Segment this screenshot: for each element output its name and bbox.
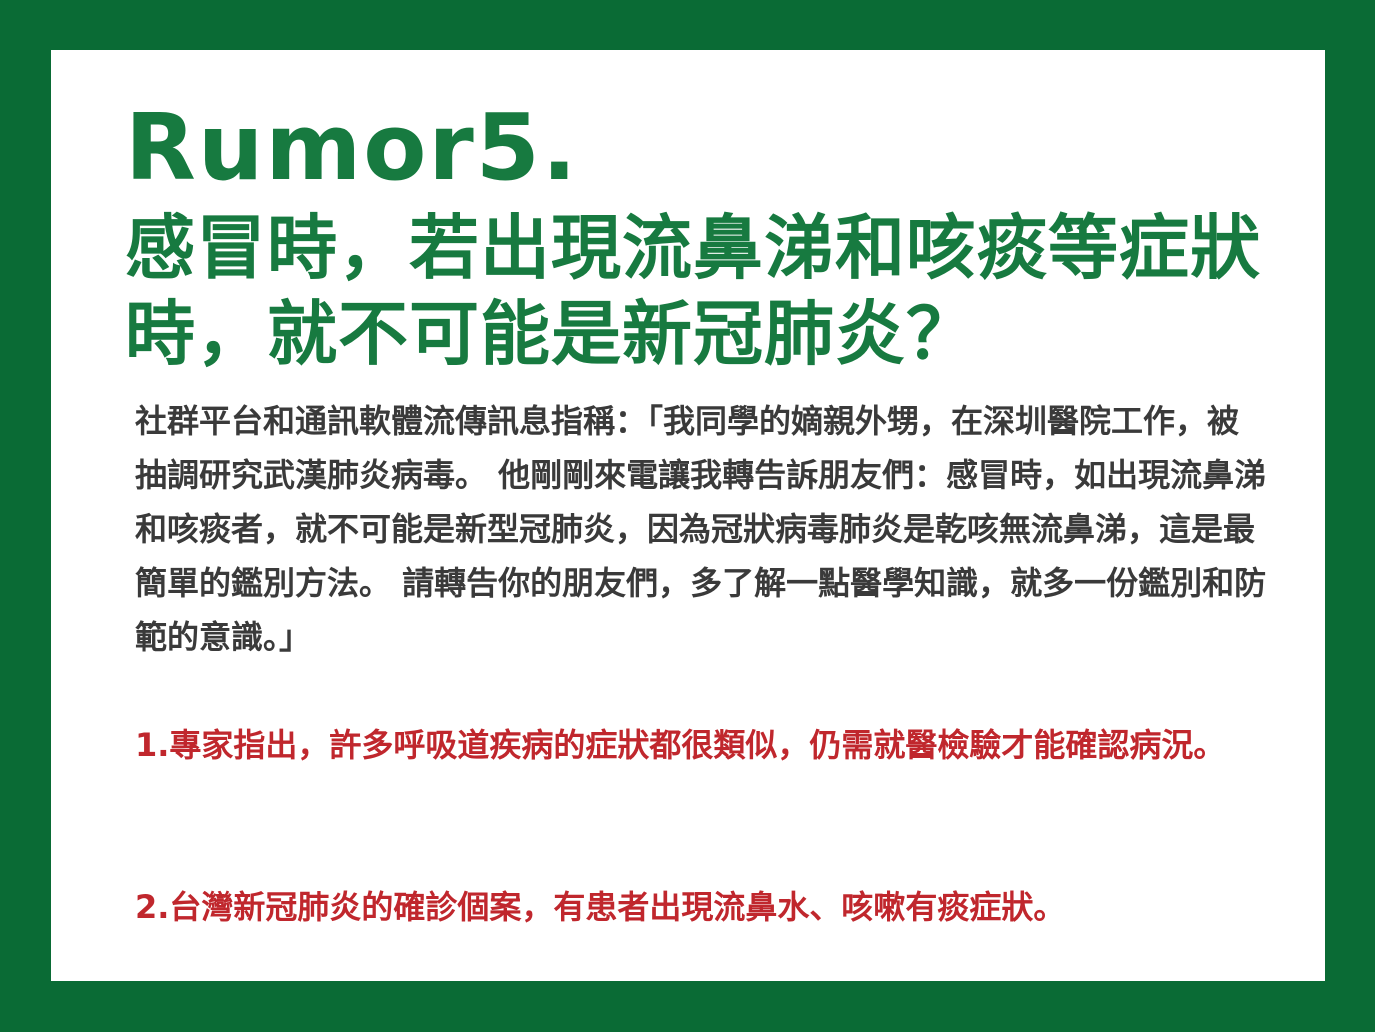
rumor-question-title: 感冒時，若出現流鼻涕和咳痰等症狀時，就不可能是新冠肺炎？ [125, 207, 1261, 375]
rumor-message-text: 社群平台和通訊軟體流傳訊息指稱：「我同學的嫡親外甥，在深圳醫院工作，被抽調研究武… [135, 402, 1267, 656]
rumor-number-title: Rumor5. [125, 94, 579, 201]
fact-item-1: 1.專家指出，許多呼吸道疾病的症狀都很類似，仍需就醫檢驗才能確認病況。 [135, 726, 1226, 764]
fact-item-2: 2.台灣新冠肺炎的確診個案，有患者出現流鼻水、咳嗽有痰症狀。 [135, 888, 1066, 926]
